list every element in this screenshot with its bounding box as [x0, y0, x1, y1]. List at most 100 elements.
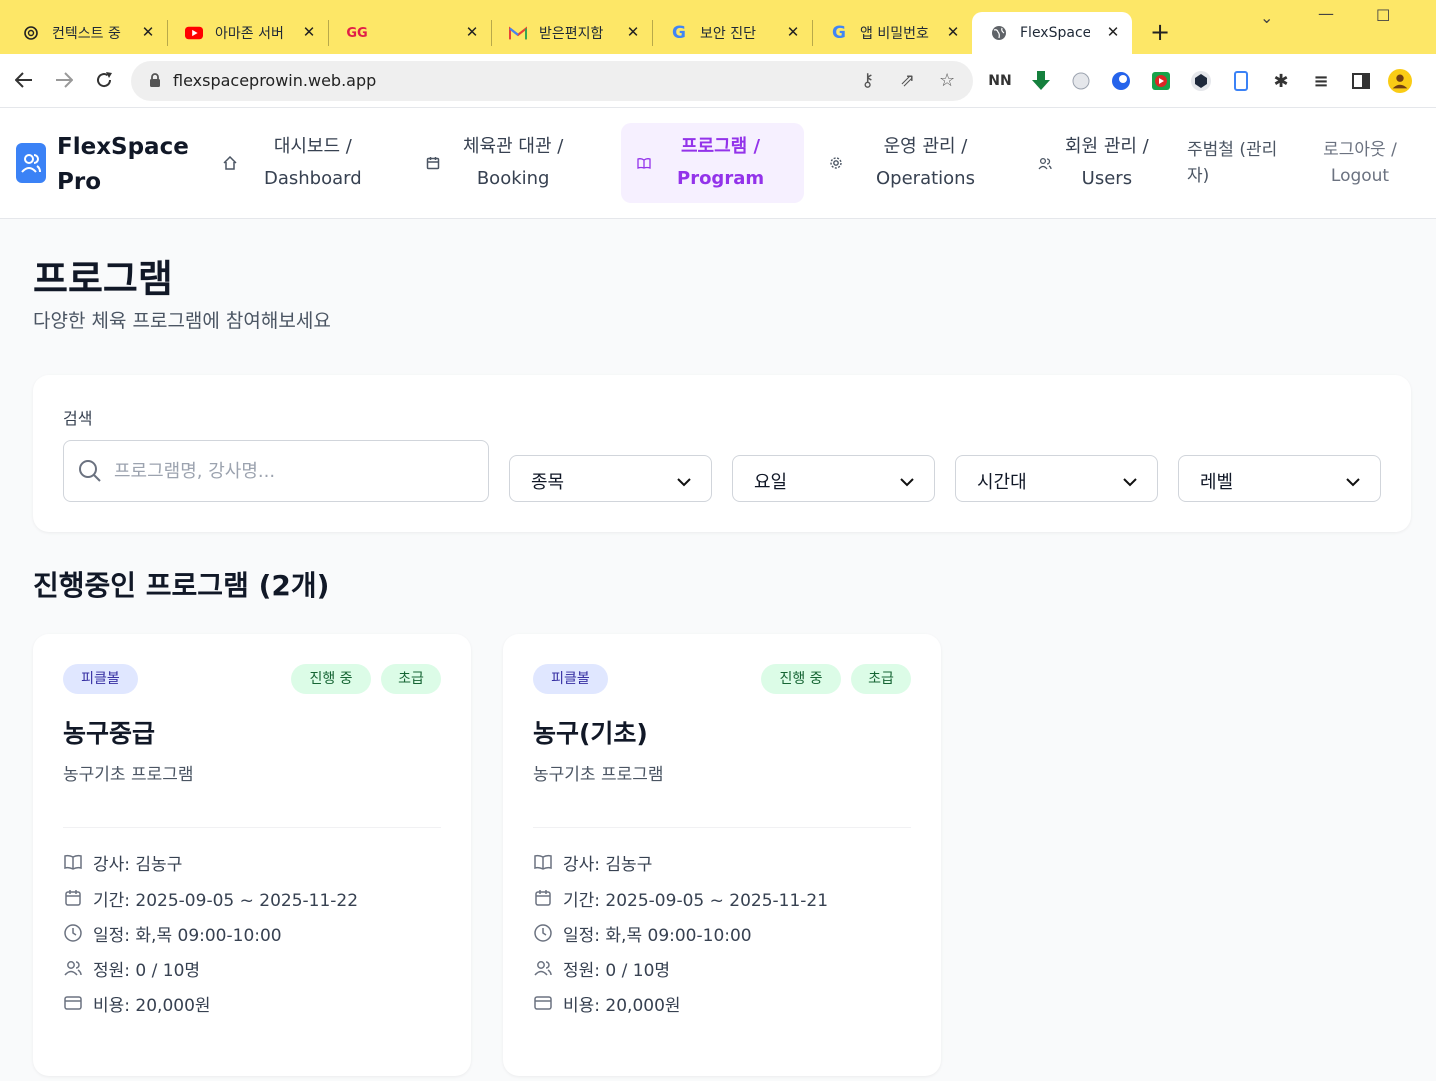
gmail-icon [509, 24, 527, 42]
card-divider [533, 827, 911, 828]
calendar-icon [425, 155, 441, 171]
search-icon [78, 459, 102, 487]
close-tab-icon[interactable]: ✕ [784, 23, 802, 41]
select-value: 요일 [754, 472, 788, 493]
credit-card-icon [533, 993, 553, 1013]
extension-phone-icon[interactable] [1229, 69, 1253, 93]
address-bar[interactable]: flexspaceprowin.web.app ⚷ ⇗ ☆ [131, 61, 973, 101]
brand-name[interactable]: FlexSpace Pro [57, 130, 197, 200]
extension-bubble-icon[interactable] [1069, 69, 1093, 93]
browser-tab[interactable]: 아마존 서버 ✕ [167, 12, 329, 54]
browser-tab[interactable]: G 앱 비밀번호 ✕ [812, 12, 972, 54]
browser-tab[interactable]: 받은편지함 ✕ [491, 12, 653, 54]
close-tab-icon[interactable]: ✕ [624, 23, 642, 41]
openai-icon [22, 24, 40, 42]
program-card[interactable]: 피클볼 진행 중 초급 농구(기초) 농구기초 프로그램 강사: 김농구 기간:… [503, 634, 941, 1076]
minimize-icon[interactable]: — [1318, 4, 1334, 23]
home-icon [222, 155, 238, 171]
capacity-text: 정원: 0 / 10명 [563, 960, 671, 981]
nav-label: 체육관 대관 / Booking [463, 136, 564, 189]
card-divider [63, 827, 441, 828]
time-select[interactable]: 시간대 [955, 455, 1158, 502]
new-tab-button[interactable]: + [1146, 18, 1174, 46]
fee-text: 비용: 20,000원 [563, 995, 681, 1016]
nav-booking[interactable]: 체육관 대관 / Booking [425, 123, 595, 203]
calendar-icon [63, 888, 83, 908]
calendar-icon [533, 888, 553, 908]
side-panel-icon[interactable] [1349, 69, 1373, 93]
nav-label: 대시보드 / Dashboard [264, 136, 362, 189]
back-icon[interactable] [12, 68, 36, 92]
capacity-row: 정원: 0 / 10명 [63, 955, 200, 981]
fee-row: 비용: 20,000원 [533, 990, 681, 1016]
url-text: flexspaceprowin.web.app [173, 71, 377, 90]
extensions-puzzle-icon[interactable]: ✱ [1269, 69, 1293, 93]
google-icon: G [832, 23, 846, 43]
browser-tab[interactable]: GG ✕ [328, 12, 492, 54]
instructor-text: 강사: 김농구 [93, 854, 183, 875]
book-icon [63, 852, 83, 872]
instructor-text: 강사: 김농구 [563, 854, 653, 875]
chevron-down-icon [677, 472, 691, 491]
filter-panel: 검색 종목 요일 시간대 레벨 [33, 375, 1411, 532]
tab-search-icon[interactable]: ⌄ [1260, 8, 1273, 27]
media-control-icon[interactable]: ≡ [1309, 69, 1333, 93]
fee-text: 비용: 20,000원 [93, 995, 211, 1016]
gear-icon [828, 155, 844, 171]
level-select[interactable]: 레벨 [1178, 455, 1381, 502]
fee-row: 비용: 20,000원 [63, 990, 211, 1016]
period-text: 기간: 2025-09-05 ~ 2025-11-21 [563, 890, 829, 911]
instructor-row: 강사: 김농구 [533, 849, 652, 875]
sport-select[interactable]: 종목 [509, 455, 712, 502]
browser-tab-active[interactable]: FlexSpace P ✕ [972, 12, 1132, 54]
users-icon [533, 958, 553, 978]
maximize-icon[interactable]: ☐ [1376, 6, 1390, 25]
nav-label: 회원 관리 / Users [1065, 136, 1149, 189]
close-tab-icon[interactable]: ✕ [944, 23, 962, 41]
chevron-down-icon [1346, 472, 1360, 491]
sport-badge: 피클볼 [533, 664, 608, 694]
app-header: FlexSpace Pro 대시보드 / Dashboard 체육관 대관 / … [0, 108, 1436, 219]
select-value: 종목 [531, 472, 565, 493]
bookmark-star-icon[interactable]: ☆ [939, 70, 955, 91]
extension-globe-icon[interactable] [1109, 69, 1133, 93]
program-title: 농구중급 [63, 719, 156, 748]
forward-icon[interactable] [52, 68, 76, 92]
lock-icon [149, 73, 161, 92]
download-arrow-icon[interactable] [1029, 69, 1053, 93]
clock-icon [533, 923, 553, 943]
nav-operations[interactable]: 운영 관리 / Operations [828, 123, 988, 203]
day-select[interactable]: 요일 [732, 455, 935, 502]
nav-program[interactable]: 프로그램 / Program [621, 123, 804, 203]
extension-play-icon[interactable] [1149, 69, 1173, 93]
program-card[interactable]: 피클볼 진행 중 초급 농구중급 농구기초 프로그램 강사: 김농구 기간: 2… [33, 634, 471, 1076]
tab-title: FlexSpace P [1020, 25, 1090, 41]
nav-users[interactable]: 회원 관리 / Users [1037, 123, 1177, 203]
close-tab-icon[interactable]: ✕ [139, 23, 157, 41]
extension-nn-icon[interactable]: NN [988, 69, 1012, 93]
chevron-down-icon [1123, 472, 1137, 491]
users-icon [63, 958, 83, 978]
nav-label: 프로그램 / Program [677, 136, 765, 189]
schedule-text: 일정: 화,목 09:00-10:00 [563, 925, 752, 946]
close-tab-icon[interactable]: ✕ [1104, 23, 1122, 41]
browser-tab[interactable]: G 보안 진단 ✕ [652, 12, 813, 54]
browser-tab[interactable]: 컨텍스트 중 ✕ [4, 12, 168, 54]
nav-dashboard[interactable]: 대시보드 / Dashboard [222, 123, 372, 203]
search-input[interactable] [114, 455, 474, 487]
level-badge: 초급 [381, 664, 441, 694]
clock-icon [63, 923, 83, 943]
close-tab-icon[interactable]: ✕ [300, 23, 318, 41]
search-field[interactable] [63, 440, 489, 502]
share-icon[interactable]: ⇗ [900, 70, 915, 91]
logout-button[interactable]: 로그아웃 / Logout [1310, 137, 1410, 189]
users-icon [1037, 155, 1053, 171]
profile-avatar-icon[interactable] [1388, 69, 1412, 93]
tab-title: 보안 진단 [700, 26, 756, 42]
program-description: 농구기초 프로그램 [63, 765, 194, 785]
extension-shield-icon[interactable] [1189, 69, 1213, 93]
users-logo-icon [16, 143, 46, 183]
reload-icon[interactable] [92, 68, 116, 92]
key-icon[interactable]: ⚷ [861, 70, 874, 91]
close-tab-icon[interactable]: ✕ [463, 23, 481, 41]
